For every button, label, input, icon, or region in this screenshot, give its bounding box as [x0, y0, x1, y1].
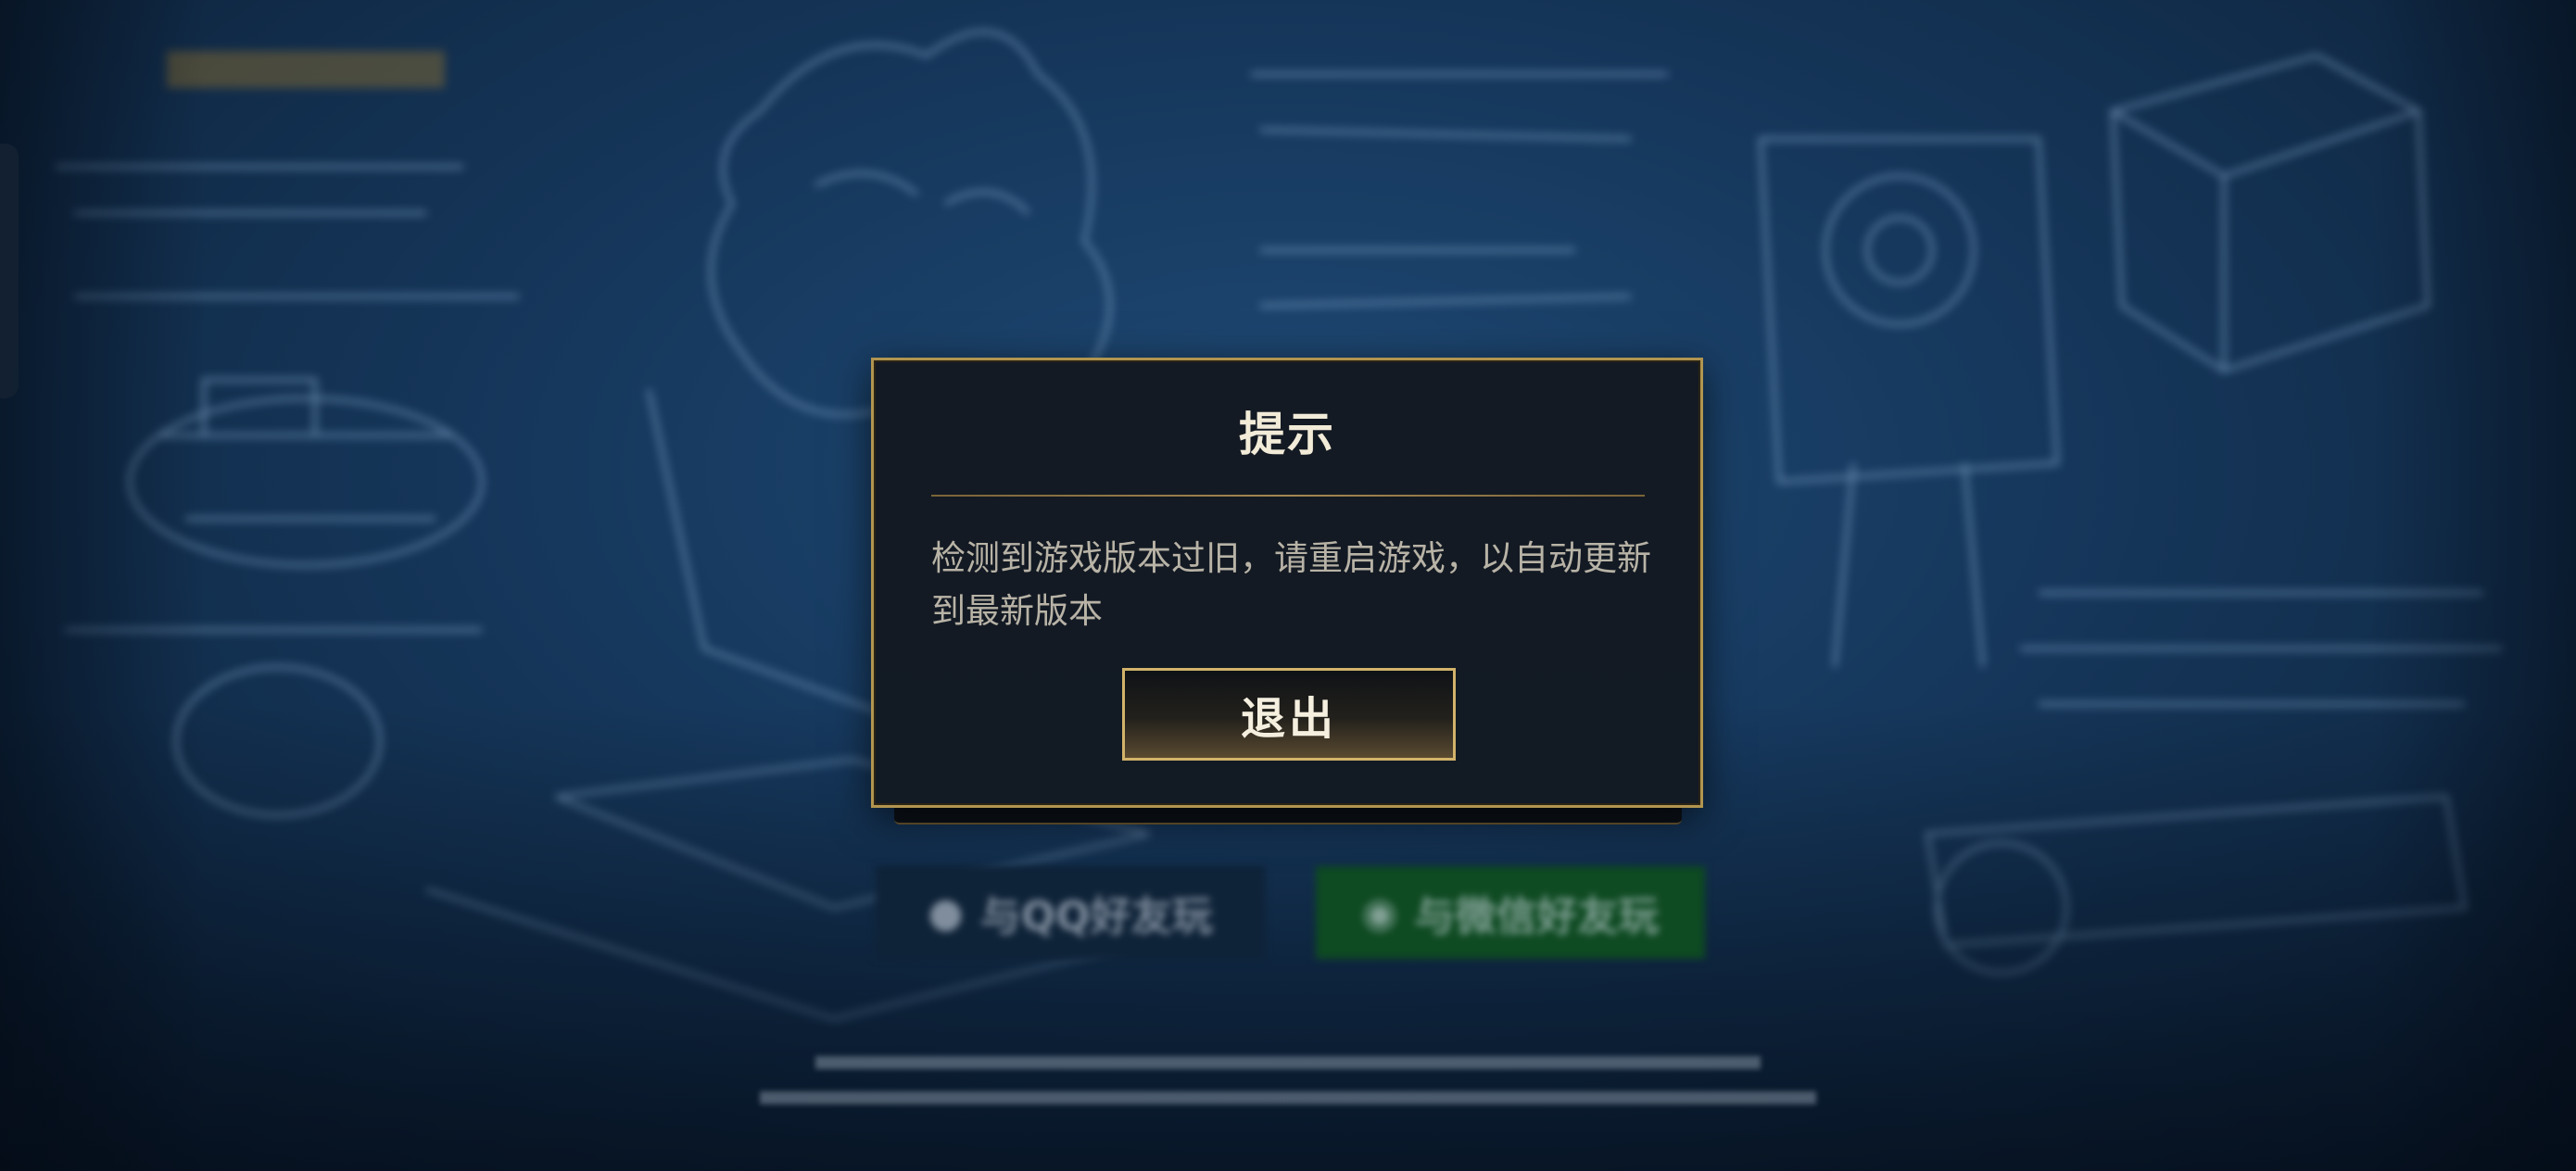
qq-icon: ● [928, 888, 964, 937]
side-drawer-handle[interactable] [0, 144, 19, 398]
wechat-login-label: 与微信好友玩 [1414, 893, 1660, 940]
dialog-bottom-bar [894, 806, 1682, 825]
dialog-divider [931, 495, 1645, 497]
game-screen: ● 与QQ好友玩 ◉ 与微信好友玩 提示 检测到游戏版本过旧，请重启游戏，以自动… [0, 0, 2576, 1171]
qq-login-button[interactable]: ● 与QQ好友玩 [876, 866, 1265, 959]
exit-button[interactable]: 退出 [1122, 668, 1456, 761]
dialog-message-line-1: 检测到游戏版本过旧，请重启游戏，以自动更新 [931, 538, 1651, 578]
wechat-login-button[interactable]: ◉ 与微信好友玩 [1316, 866, 1705, 959]
update-notice-dialog: 提示 检测到游戏版本过旧，请重启游戏，以自动更新 到最新版本 退出 [871, 358, 1703, 808]
footer-legal-text [760, 1047, 1816, 1132]
dialog-message: 检测到游戏版本过旧，请重启游戏，以自动更新 到最新版本 [931, 532, 1654, 637]
blurred-footer-lines [760, 1056, 1816, 1104]
dialog-title: 提示 [1239, 408, 1335, 461]
qq-login-label: 与QQ好友玩 [979, 893, 1213, 940]
dialog-message-line-2: 到最新版本 [931, 591, 1103, 631]
wechat-icon: ◉ [1361, 888, 1398, 937]
